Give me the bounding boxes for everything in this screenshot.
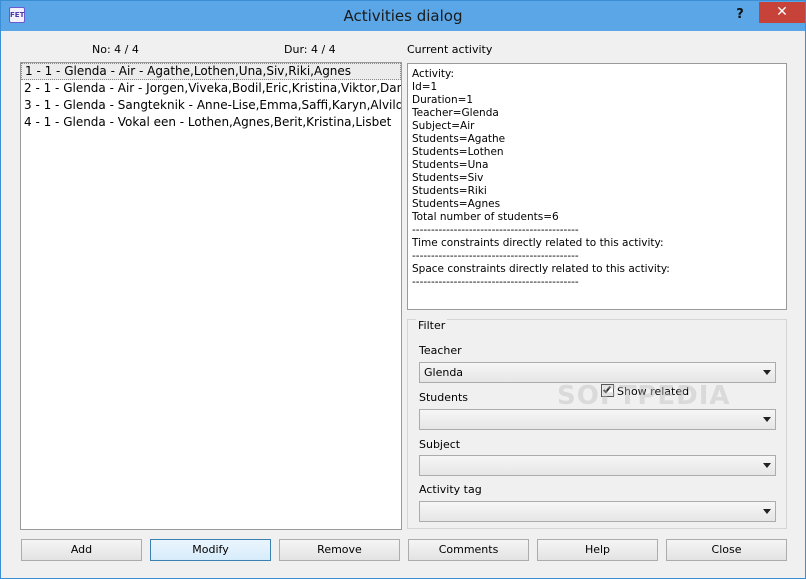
title-help-button[interactable]: ? [729,5,751,25]
current-activity-label: Current activity [407,43,493,56]
list-item[interactable]: 3 - 1 - Glenda - Sangteknik - Anne-Lise,… [21,97,401,114]
window-title: Activities dialog [343,7,463,25]
list-item[interactable]: 4 - 1 - Glenda - Vokal een - Lothen,Agne… [21,114,401,131]
remove-button[interactable]: Remove [279,539,400,561]
check-mark-icon [602,384,612,394]
list-item[interactable]: 1 - 1 - Glenda - Air - Agathe,Lothen,Una… [21,63,401,80]
activities-count-label: No: 4 / 4 [92,43,139,56]
close-button[interactable]: Close [666,539,787,561]
checkbox-checked-icon[interactable] [601,384,614,397]
current-activity-details[interactable]: Activity: Id=1 Duration=1 Teacher=Glenda… [407,63,787,310]
activity-tag-combo[interactable] [419,501,776,522]
comments-button[interactable]: Comments [408,539,529,561]
show-related-label: Show related [617,385,690,398]
modify-button[interactable]: Modify [150,539,271,561]
dialog-body: No: 4 / 4 Dur: 4 / 4 Current activity 1 … [1,31,805,578]
chevron-down-icon [763,417,771,422]
chevron-down-icon [763,463,771,468]
filter-groupbox: Filter Teacher Glenda Students Show rela… [407,319,787,529]
activities-duration-label: Dur: 4 / 4 [284,43,336,56]
students-combo[interactable] [419,409,776,430]
list-item[interactable]: 2 - 1 - Glenda - Air - Jorgen,Viveka,Bod… [21,80,401,97]
teacher-label: Teacher [419,344,462,357]
students-label: Students [419,391,469,404]
activities-list[interactable]: 1 - 1 - Glenda - Air - Agathe,Lothen,Una… [20,62,402,530]
chevron-down-icon [763,370,771,375]
window-close-button[interactable]: ✕ [759,2,805,23]
help-button[interactable]: Help [537,539,658,561]
activities-dialog-window: FET Activities dialog ? ✕ No: 4 / 4 Dur:… [0,0,806,579]
teacher-combo-value: Glenda [424,366,464,379]
chevron-down-icon [763,509,771,514]
title-bar[interactable]: FET Activities dialog ? ✕ [1,1,805,31]
subject-label: Subject [419,438,461,451]
add-button[interactable]: Add [21,539,142,561]
subject-combo[interactable] [419,455,776,476]
activity-tag-label: Activity tag [419,483,482,496]
filter-title: Filter [416,319,448,332]
teacher-combo[interactable]: Glenda [419,362,776,383]
show-related-checkbox[interactable]: Show related [601,384,689,398]
